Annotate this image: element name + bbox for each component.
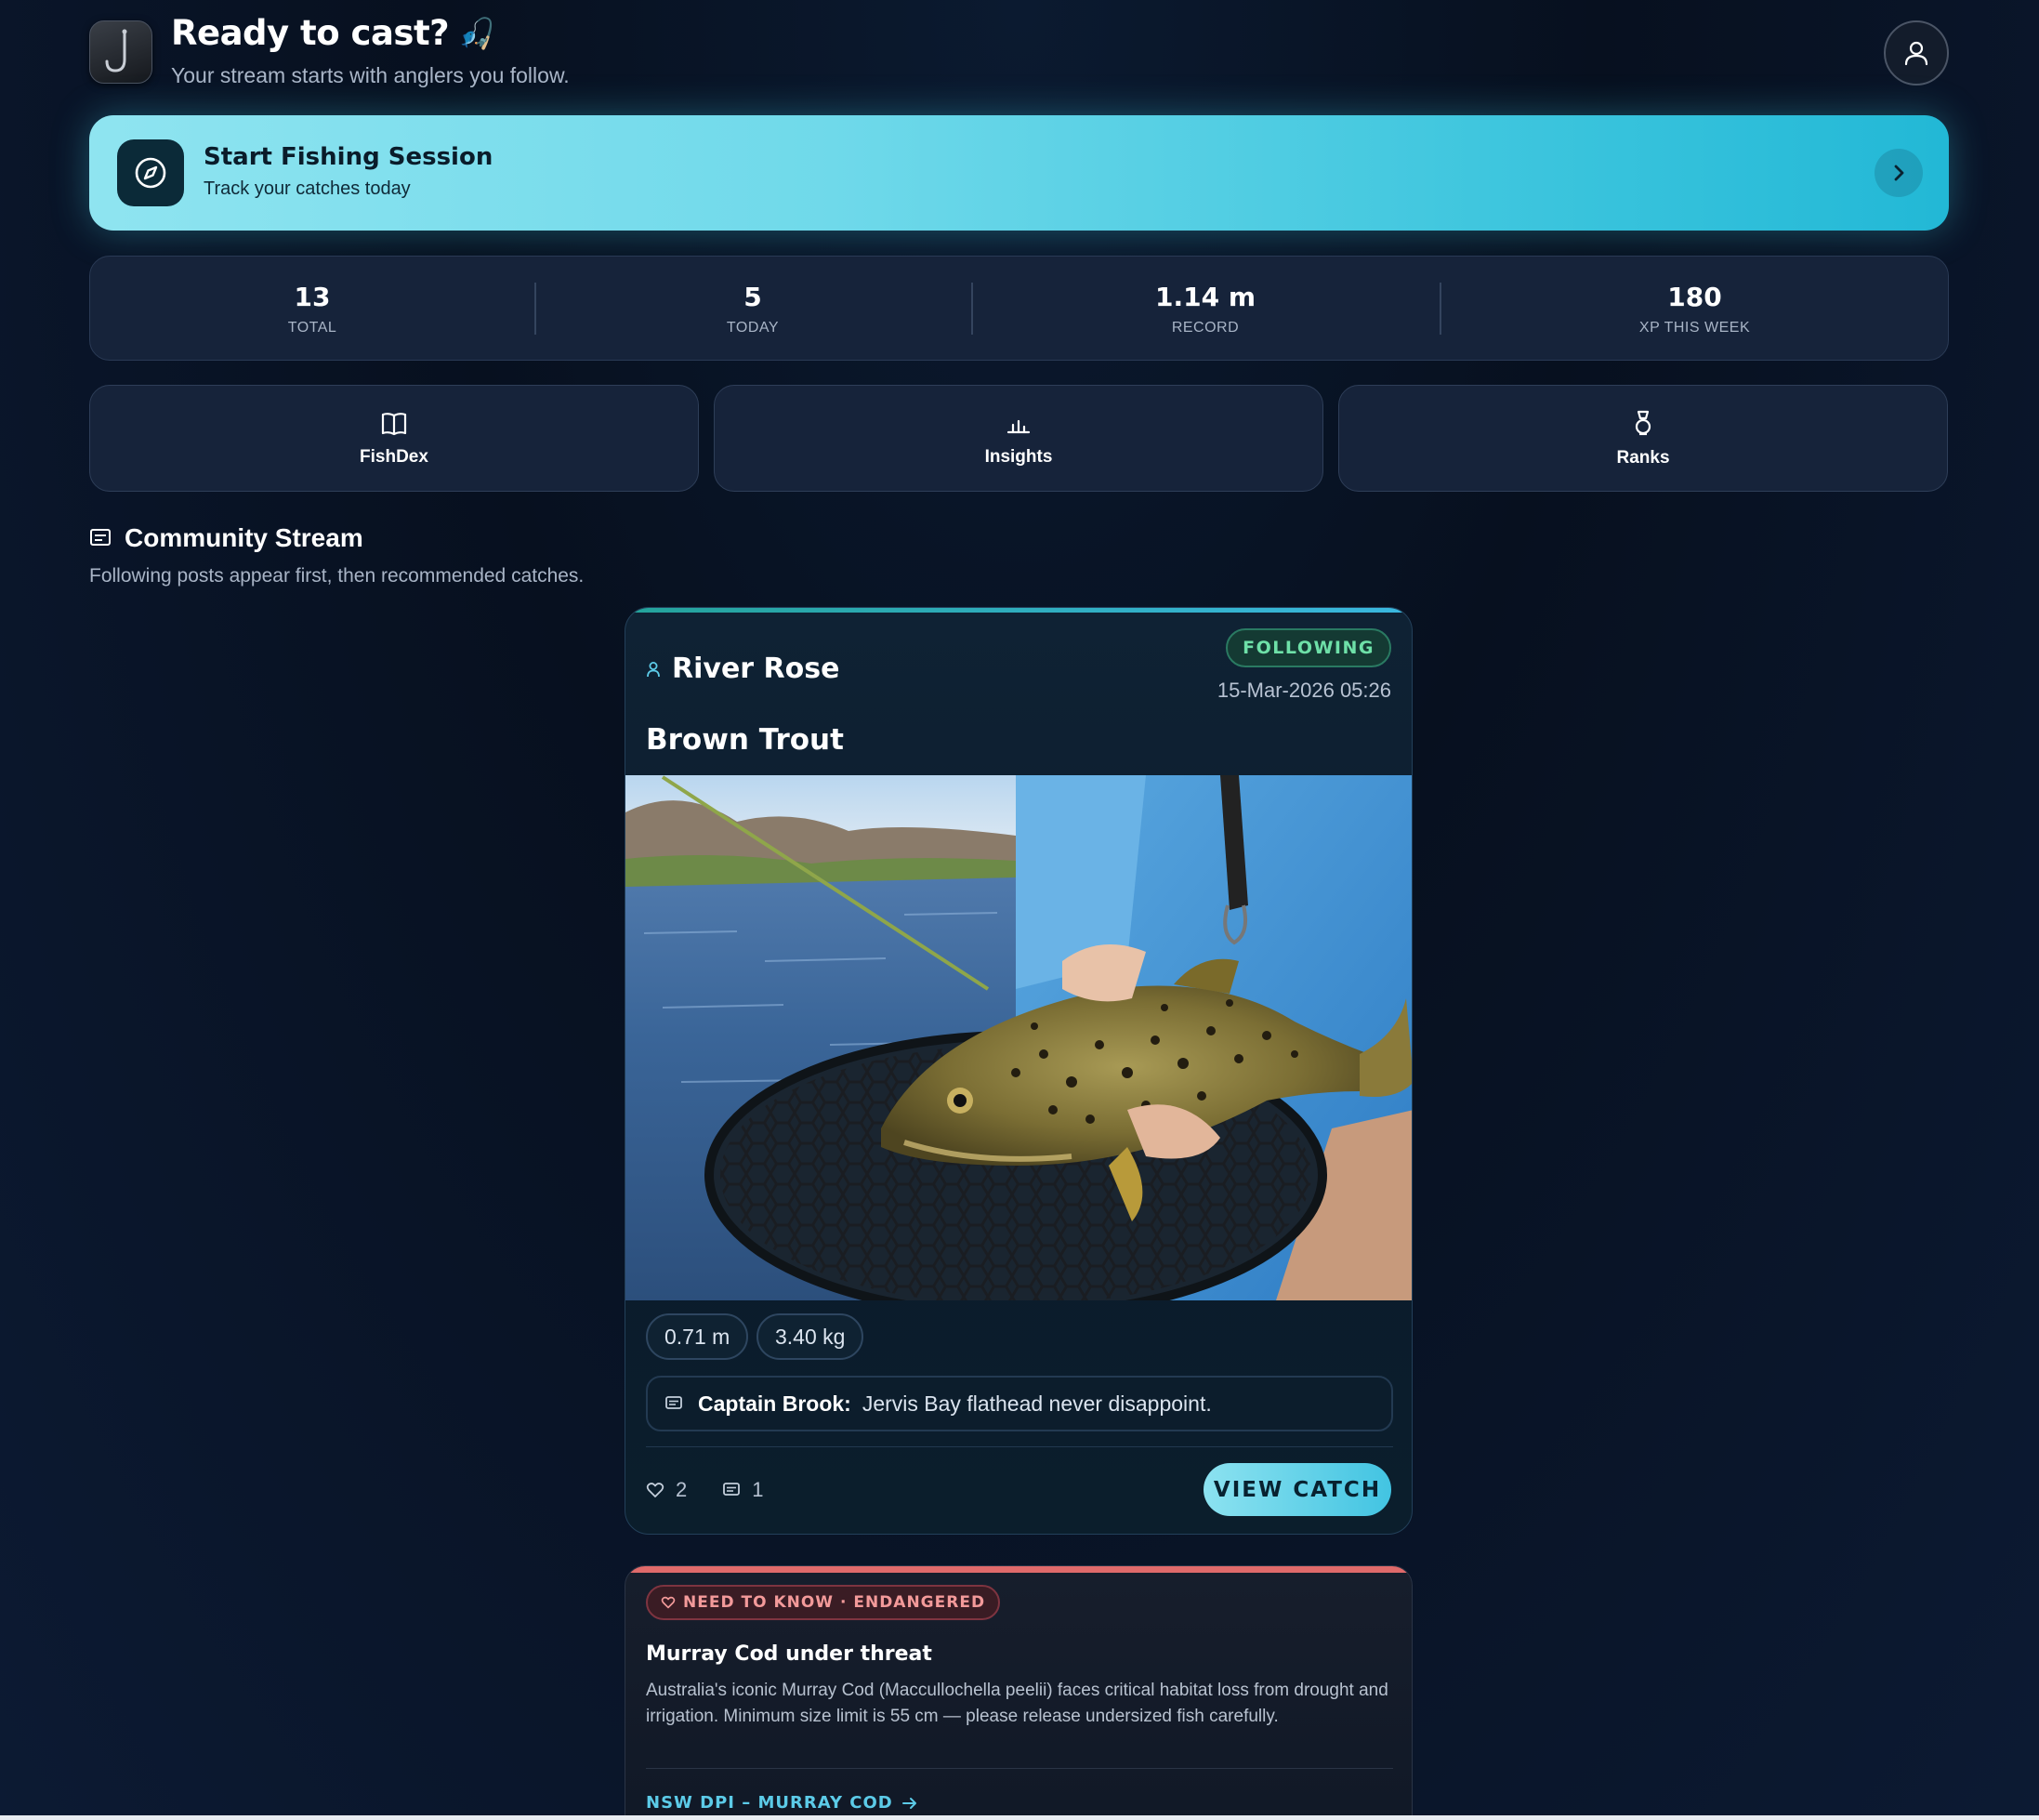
view-catch-button[interactable]: VIEW CATCH xyxy=(1204,1463,1391,1516)
profile-button[interactable] xyxy=(1884,20,1949,86)
endangered-badge-text: NEED TO KNOW · ENDANGERED xyxy=(683,1593,986,1612)
conservation-alert-card: NEED TO KNOW · ENDANGERED Murray Cod und… xyxy=(625,1565,1413,1820)
comment-icon[interactable] xyxy=(722,1482,741,1498)
greeting-title: Ready to cast? 🎣 xyxy=(171,13,495,53)
post-card[interactable]: River Rose FOLLOWING 15-Mar-2026 05:26 B… xyxy=(625,607,1413,1535)
comment-text: Jervis Bay flathead never disappoint. xyxy=(862,1391,1212,1416)
bottom-edge xyxy=(0,1815,2039,1820)
comment-count: 1 xyxy=(752,1478,764,1501)
alert-title: Murray Cod under threat xyxy=(646,1642,932,1666)
comment-author: Captain Brook: xyxy=(698,1391,851,1416)
stat-value: 13 xyxy=(294,282,331,312)
stat-label: TODAY xyxy=(726,320,780,336)
alert-link-text: NSW DPI – MURRAY COD xyxy=(646,1793,893,1813)
medal-icon xyxy=(1635,410,1651,435)
user-icon xyxy=(1904,41,1928,66)
stream-title-text: Community Stream xyxy=(125,523,363,552)
stream-title: Community Stream xyxy=(89,523,363,553)
stat-total: 13 TOTAL xyxy=(90,257,534,362)
stat-value: 180 xyxy=(1667,282,1722,312)
greeting-text: Ready to cast? xyxy=(171,13,450,53)
post-author-name: River Rose xyxy=(672,653,840,685)
ranks-label: Ranks xyxy=(1616,447,1670,468)
stat-today: 5 TODAY xyxy=(534,257,971,362)
stat-value: 1.14 m xyxy=(1154,282,1256,312)
feed-icon xyxy=(90,529,111,546)
session-title: Start Fishing Session xyxy=(204,143,493,171)
session-subtitle: Track your catches today xyxy=(204,178,411,199)
start-session-banner[interactable]: Start Fishing Session Track your catches… xyxy=(89,115,1949,231)
length-chip: 0.71 m xyxy=(646,1313,749,1360)
fishdex-button[interactable]: FishDex xyxy=(89,385,699,492)
book-icon xyxy=(381,412,407,435)
app-logo xyxy=(89,20,152,84)
like-count: 2 xyxy=(676,1478,688,1501)
insights-label: Insights xyxy=(984,446,1053,467)
divider xyxy=(646,1446,1393,1447)
catch-photo[interactable] xyxy=(625,775,1412,1300)
fishing-pole-icon: 🎣 xyxy=(458,15,495,51)
arrow-right-icon xyxy=(901,1797,916,1809)
following-badge: FOLLOWING xyxy=(1226,628,1391,667)
alert-accent-bar xyxy=(625,1566,1412,1573)
post-timestamp: 15-Mar-2026 05:26 xyxy=(1217,679,1391,702)
user-icon xyxy=(647,661,660,677)
comment-icon xyxy=(665,1396,682,1409)
greeting-subtitle: Your stream starts with anglers you foll… xyxy=(171,63,570,87)
compass-icon xyxy=(117,139,184,206)
post-author[interactable]: River Rose xyxy=(646,653,839,685)
stat-label: XP THIS WEEK xyxy=(1638,320,1751,336)
alert-body: Australia's iconic Murray Cod (Macculloc… xyxy=(646,1681,1388,1726)
home-screen: Ready to cast? 🎣 Your stream starts with… xyxy=(0,0,2039,1820)
insights-button[interactable]: Insights xyxy=(714,385,1323,492)
endangered-badge: NEED TO KNOW · ENDANGERED xyxy=(646,1585,1001,1620)
divider xyxy=(646,1768,1393,1769)
post-species: Brown Trout xyxy=(646,723,844,757)
heart-icon[interactable] xyxy=(646,1482,664,1498)
ranks-button[interactable]: Ranks xyxy=(1338,385,1948,492)
bar-chart-icon xyxy=(1006,419,1031,433)
chevron-right-icon[interactable] xyxy=(1875,149,1923,197)
hook-icon xyxy=(105,29,127,73)
stat-value: 5 xyxy=(743,282,762,312)
weight-chip: 3.40 kg xyxy=(756,1313,864,1360)
fishdex-label: FishDex xyxy=(360,446,428,467)
stat-label: TOTAL xyxy=(287,320,337,336)
stream-subtitle: Following posts appear first, then recom… xyxy=(89,565,585,587)
stat-record: 1.14 m RECORD xyxy=(971,257,1440,362)
stat-xp-week: 180 XP THIS WEEK xyxy=(1440,257,1950,362)
post-accent-bar xyxy=(625,608,1412,613)
heart-icon xyxy=(661,1596,676,1609)
comment-preview[interactable]: Captain Brook: Jervis Bay flathead never… xyxy=(646,1376,1393,1431)
stat-label: RECORD xyxy=(1171,320,1240,336)
reactions-row: 2 1 xyxy=(646,1478,764,1502)
alert-source-link[interactable]: NSW DPI – MURRAY COD xyxy=(646,1793,917,1813)
stats-panel: 13 TOTAL 5 TODAY 1.14 m RECORD 180 XP TH… xyxy=(89,256,1949,361)
